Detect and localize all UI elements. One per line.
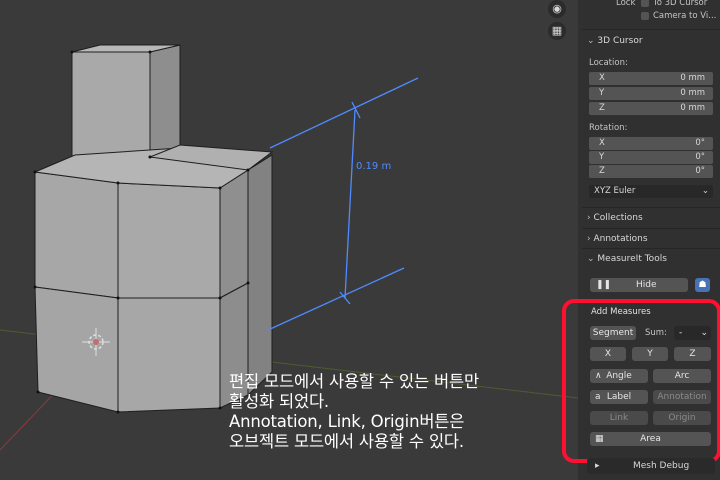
location-label: Location:: [589, 58, 628, 68]
camera-to-view-checkbox[interactable]: Camera to Vi...: [641, 11, 716, 21]
pause-icon: ❚❚: [596, 280, 612, 290]
rotation-x-field[interactable]: X 0°: [589, 137, 713, 150]
location-z-field[interactable]: Z0 mm: [589, 102, 713, 115]
block-front-left-lower: [34, 286, 119, 413]
lock-label: Lock: [616, 0, 636, 8]
panel-measureit-header[interactable]: ⌄ MeasureIt Tools: [587, 254, 667, 264]
block-front-left-upper: [34, 171, 119, 299]
triangle-right-icon: ▸: [595, 461, 600, 471]
location-x-field[interactable]: X0 mm: [589, 72, 713, 85]
rotation-z-field[interactable]: Z 0°: [589, 165, 713, 178]
panel-collections-header[interactable]: › Collections: [587, 213, 643, 223]
chevron-right-icon: ›: [587, 234, 591, 244]
measurement-value: 0.19 m: [356, 161, 392, 172]
caption-line: 활성화 되었다.: [229, 392, 329, 411]
checkbox-icon: [641, 0, 649, 7]
block-side-rear: [247, 154, 273, 397]
perspective-grid-icon[interactable]: ▦: [548, 22, 566, 40]
block-front-right-upper: [117, 182, 221, 299]
rotation-y-field[interactable]: Y 0°: [589, 151, 713, 164]
rotation-mode-dropdown[interactable]: XYZ Euler ⌄: [589, 185, 713, 198]
chevron-down-icon: ⌄: [701, 186, 709, 196]
measurement-lines: [267, 77, 419, 331]
caption-line: Annotation, Link, Origin버튼은: [229, 412, 465, 431]
block-front-right-lower: [117, 297, 221, 413]
top-cube-side: [149, 44, 181, 158]
camera-icon[interactable]: ◉: [548, 0, 566, 18]
panel-3d-cursor-header[interactable]: ⌄ 3D Cursor: [587, 36, 643, 46]
block-side-upper: [219, 169, 249, 299]
caption-line: 오브젝트 모드에서 사용할 수 있다.: [229, 432, 464, 451]
caption-line: 편집 모드에서 사용할 수 있는 버튼만: [229, 372, 479, 391]
to-3d-cursor-checkbox[interactable]: To 3D Cursor: [641, 0, 707, 8]
chevron-right-icon: ›: [587, 213, 591, 223]
location-y-field[interactable]: Y0 mm: [589, 87, 713, 100]
mesh-debug-header[interactable]: ▸ Mesh Debug: [587, 458, 715, 474]
hide-button[interactable]: ❚❚ Hide: [590, 278, 688, 292]
ghost-icon[interactable]: ☗: [695, 278, 710, 292]
checkbox-icon: [641, 11, 649, 20]
red-highlight-box: [562, 299, 720, 463]
chevron-down-icon: ⌄: [587, 36, 595, 46]
caption-text: 편집 모드에서 사용할 수 있는 버튼만 활성화 되었다. Annotation…: [229, 372, 479, 452]
3d-viewport[interactable]: 0.19 m ◉ ▦ 편집 모드에서 사용할 수 있는 버튼만 활성화 되었다.…: [0, 0, 578, 480]
rotation-label: Rotation:: [589, 123, 628, 133]
top-cube-front: [71, 51, 151, 158]
panel-annotations-header[interactable]: › Annotations: [587, 234, 648, 244]
chevron-down-icon: ⌄: [587, 254, 595, 264]
